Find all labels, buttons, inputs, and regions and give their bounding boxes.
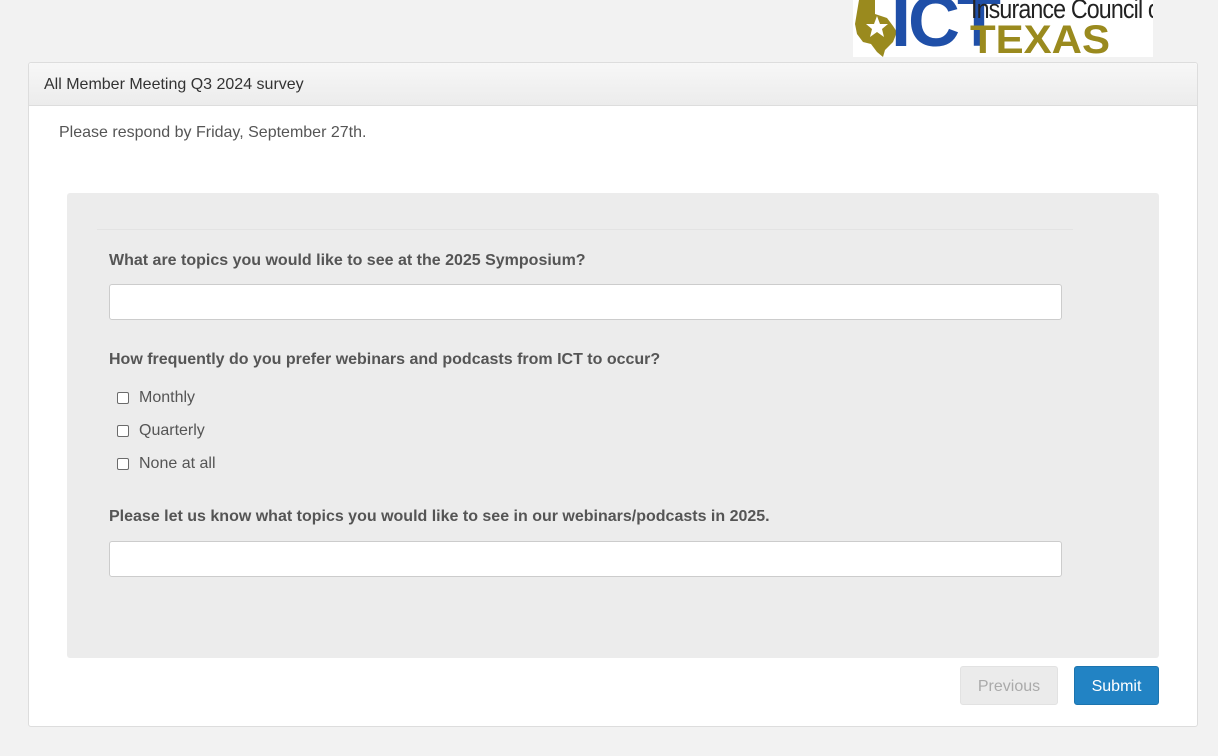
survey-intro-text: Please respond by Friday, September 27th…: [59, 124, 367, 141]
logo-line-texas: TEXAS: [970, 18, 1111, 57]
question-area: What are topics you would like to see at…: [67, 193, 1159, 658]
survey-title: All Member Meeting Q3 2024 survey: [29, 63, 1197, 106]
none-at-all-checkbox[interactable]: [117, 458, 129, 470]
previous-button[interactable]: Previous: [960, 666, 1058, 705]
quarterly-checkbox[interactable]: [117, 425, 129, 437]
option-monthly[interactable]: Monthly: [117, 388, 195, 408]
divider: [97, 229, 1073, 230]
option-quarterly-label: Quarterly: [139, 422, 205, 439]
question-2-label: How frequently do you prefer webinars an…: [109, 351, 661, 368]
option-none-at-all-label: None at all: [139, 455, 216, 472]
ict-logo: ICT Insurance Council of TEXAS: [853, 0, 1153, 57]
option-none-at-all[interactable]: None at all: [117, 454, 216, 474]
option-quarterly[interactable]: Quarterly: [117, 421, 205, 441]
survey-panel: All Member Meeting Q3 2024 survey Please…: [28, 62, 1198, 727]
question-1-label: What are topics you would like to see at…: [109, 252, 586, 269]
question-1-input[interactable]: [109, 284, 1062, 320]
question-3-input[interactable]: [109, 541, 1062, 577]
option-monthly-label: Monthly: [139, 389, 196, 406]
question-3-label: Please let us know what topics you would…: [109, 508, 770, 525]
monthly-checkbox[interactable]: [117, 392, 129, 404]
submit-button[interactable]: Submit: [1074, 666, 1159, 705]
